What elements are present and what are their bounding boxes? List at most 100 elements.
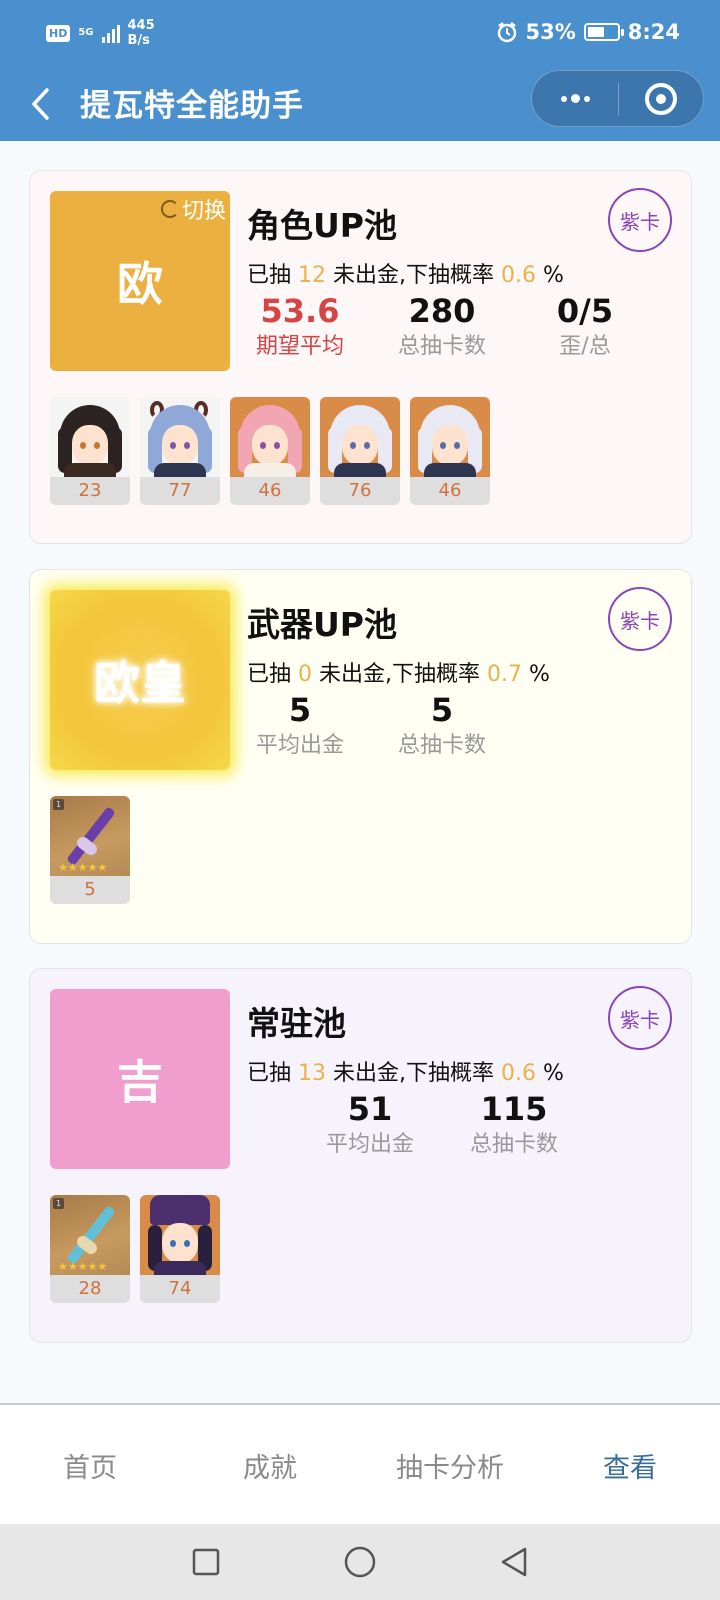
- next-probability: 0.7: [487, 662, 523, 687]
- status-right: 53% 8:24: [496, 20, 680, 44]
- luck-badge: 欧皇: [50, 590, 230, 770]
- info-middle: 未出金,下抽概率: [333, 1061, 495, 1086]
- list-item[interactable]: 23: [50, 397, 130, 505]
- pool-card-character: 欧 切换 角色UP池 紫卡 已抽 12 未出金,下抽概率 0.6 % 53.6 …: [29, 170, 692, 544]
- net-speed: 445 B/s: [128, 18, 155, 48]
- more-dot-right: [583, 95, 590, 102]
- page-title: 提瓦特全能助手: [80, 88, 304, 124]
- pull-count: 46: [230, 477, 310, 505]
- list-item[interactable]: 1 ★★★★★ 28: [50, 1195, 130, 1303]
- weapon-icon: 1 ★★★★★: [50, 796, 130, 876]
- stat-value: 280: [408, 292, 476, 330]
- miniprogram-capsule: [531, 70, 704, 127]
- next-probability: 0.6: [501, 263, 537, 288]
- chevron-left-icon: [32, 88, 49, 120]
- pull-count: 13: [298, 1061, 327, 1086]
- more-button[interactable]: [532, 71, 618, 126]
- stat-label: 总抽卡数: [397, 733, 486, 758]
- purple-card-button[interactable]: 紫卡: [608, 587, 672, 651]
- five-star-list: 1 ★★★★★ 5: [50, 796, 130, 904]
- stat-total-pulls: 280 总抽卡数: [372, 291, 512, 363]
- info-prefix: 已抽: [247, 662, 292, 687]
- stat-average-gold: 5 平均出金: [230, 690, 370, 762]
- pull-count: 74: [140, 1275, 220, 1303]
- pull-count: 23: [50, 477, 130, 505]
- back-button[interactable]: [30, 84, 60, 124]
- info-suffix: %: [543, 1061, 564, 1086]
- net-speed-value: 445: [127, 18, 155, 33]
- home-button[interactable]: [340, 1542, 380, 1582]
- circle-icon: [344, 1546, 376, 1578]
- stat-value: 0/5: [556, 292, 614, 330]
- back-nav-button[interactable]: [494, 1542, 534, 1582]
- pull-count: 77: [140, 477, 220, 505]
- stat-value: 51: [347, 1090, 393, 1128]
- purple-card-button[interactable]: 紫卡: [608, 188, 672, 252]
- list-item[interactable]: 74: [140, 1195, 220, 1303]
- stat-label: 平均出金: [255, 733, 344, 758]
- pull-count: 46: [410, 477, 490, 505]
- info-suffix: %: [543, 263, 564, 288]
- info-suffix: %: [529, 662, 550, 687]
- character-portrait: [230, 397, 310, 477]
- square-icon: [192, 1548, 220, 1576]
- stat-total-pulls: 115 总抽卡数: [444, 1089, 584, 1161]
- more-dots-icon: [560, 95, 567, 102]
- character-portrait: [50, 397, 130, 477]
- tab-gacha-analysis[interactable]: 抽卡分析: [360, 1405, 540, 1526]
- recent-apps-button[interactable]: [186, 1542, 226, 1582]
- next-probability: 0.6: [501, 1061, 537, 1086]
- tab-home[interactable]: 首页: [0, 1405, 180, 1526]
- list-item[interactable]: 76: [320, 397, 400, 505]
- hd-badge: HD: [46, 24, 71, 42]
- purple-card-button[interactable]: 紫卡: [608, 986, 672, 1050]
- pool-title: 武器UP池: [247, 605, 397, 644]
- switch-button[interactable]: 切换: [160, 193, 226, 225]
- list-item[interactable]: 1 ★★★★★ 5: [50, 796, 130, 904]
- stat-label: 期望平均: [255, 334, 344, 359]
- top-bar: HD 5G 445 B/s 53% 8:24 提瓦特全能助手: [0, 0, 720, 141]
- pool-title: 常驻池: [247, 1004, 346, 1043]
- stat-label: 总抽卡数: [397, 334, 486, 359]
- tab-view[interactable]: 查看: [540, 1405, 720, 1526]
- app-header: 提瓦特全能助手: [0, 70, 720, 141]
- info-prefix: 已抽: [247, 263, 292, 288]
- luck-label: 吉: [117, 1055, 163, 1109]
- tab-achievements[interactable]: 成就: [180, 1405, 360, 1526]
- pull-count: 0: [298, 662, 313, 687]
- luck-badge: 欧 切换: [50, 191, 230, 371]
- rarity-stars-icon: ★★★★★: [58, 1260, 108, 1273]
- clock: 8:24: [627, 20, 680, 44]
- stat-average-gold: 51 平均出金: [300, 1089, 440, 1161]
- target-icon: [645, 82, 677, 115]
- battery-percent: 53%: [525, 20, 576, 44]
- stat-label: 平均出金: [325, 1132, 414, 1157]
- stat-value: 115: [480, 1090, 548, 1128]
- info-middle: 未出金,下抽概率: [319, 662, 481, 687]
- five-star-list: 23 77 46 76 46: [50, 397, 490, 505]
- stat-total-pulls: 5 总抽卡数: [372, 690, 512, 762]
- stat-value: 5: [288, 691, 312, 729]
- status-left: HD 5G 445 B/s: [46, 18, 155, 48]
- luck-label: 欧皇: [94, 656, 186, 710]
- rarity-stars-icon: ★★★★★: [58, 861, 108, 874]
- luck-label: 欧: [117, 257, 163, 311]
- pool-info: 已抽 12 未出金,下抽概率 0.6 %: [247, 257, 564, 289]
- list-item[interactable]: 46: [230, 397, 310, 505]
- switch-label: 切换: [181, 199, 226, 224]
- stat-value: 53.6: [260, 292, 340, 330]
- more-dot-center: [570, 94, 580, 103]
- pull-count: 5: [50, 876, 130, 904]
- bottom-tab-bar: 首页 成就 抽卡分析 查看: [0, 1403, 720, 1524]
- pull-count: 28: [50, 1275, 130, 1303]
- list-item[interactable]: 46: [410, 397, 490, 505]
- stat-label: 总抽卡数: [469, 1132, 558, 1157]
- info-middle: 未出金,下抽概率: [333, 263, 495, 288]
- close-miniprogram-button[interactable]: [619, 71, 703, 126]
- character-portrait: [140, 1195, 220, 1275]
- pull-count: 76: [320, 477, 400, 505]
- info-prefix: 已抽: [247, 1061, 292, 1086]
- refresh-icon: [160, 200, 179, 218]
- list-item[interactable]: 77: [140, 397, 220, 505]
- battery-icon: [583, 23, 624, 41]
